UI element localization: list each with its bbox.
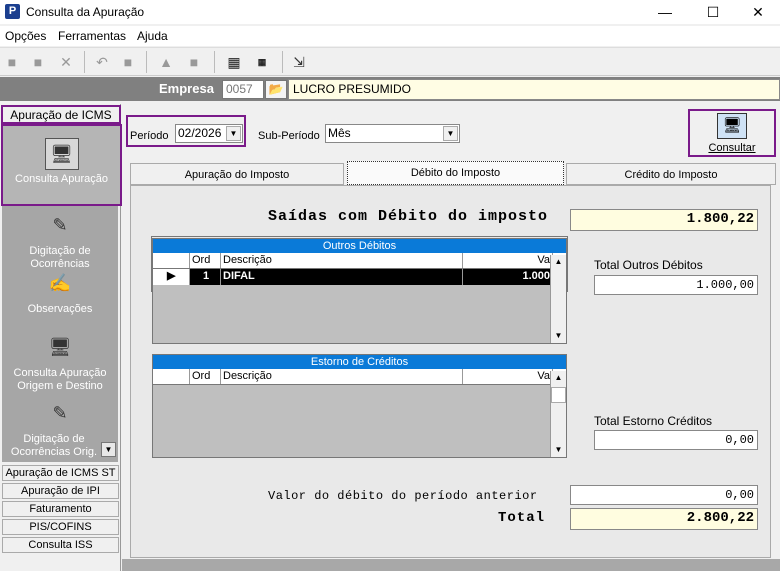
grid-header: Ord Descrição Va — [153, 369, 566, 385]
edit-icon[interactable]: ■ — [28, 52, 48, 72]
row-indicator-header — [153, 253, 190, 268]
print-icon[interactable]: ▲ — [156, 52, 176, 72]
row-valor: 1.000 — [463, 269, 553, 285]
periodo-anterior-value: 0,00 — [570, 485, 758, 505]
saidas-label: Saídas com Débito do imposto — [268, 208, 549, 225]
grid-header: Ord Descrição Va — [153, 253, 566, 269]
column-header-ord[interactable]: Ord — [190, 369, 221, 384]
row-ord: 1 — [190, 269, 221, 285]
total-label: Total — [498, 510, 546, 526]
menu-opcoes[interactable]: Opções — [5, 29, 46, 43]
monitor-icon: 🖥 — [717, 113, 747, 139]
subperiodo-select[interactable]: Mês ▼ — [325, 124, 460, 143]
exit-icon[interactable]: ⇲ — [289, 52, 309, 72]
chevron-down-icon[interactable]: ▼ — [443, 126, 458, 141]
saidas-value: 1.800,22 — [570, 209, 758, 231]
toolbar-separator — [214, 51, 215, 73]
folder-open-icon[interactable]: 📂 — [265, 80, 287, 99]
sidebar-button-icms-st[interactable]: Apuração de ICMS ST — [2, 465, 119, 481]
subperiodo-value: Mês — [328, 126, 351, 140]
monitor-icon: 🖥 — [44, 138, 79, 170]
row-indicator-header — [153, 369, 190, 384]
close-button[interactable]: ✕ — [735, 0, 780, 24]
column-header-valor[interactable]: Va — [463, 253, 553, 268]
toolbar-separator — [282, 51, 283, 73]
scroll-down-icon[interactable]: ▼ — [551, 443, 566, 457]
consultar-label: Consultar — [708, 142, 756, 154]
column-header-descricao[interactable]: Descrição — [221, 253, 463, 268]
empresa-code-field[interactable]: 0057 — [222, 80, 264, 99]
difal-icon[interactable]: ▦ — [252, 52, 272, 72]
sidebar-button-ipi[interactable]: Apuração de IPI — [2, 483, 119, 499]
window-title: Consulta da Apuração — [26, 5, 145, 19]
app-icon: P — [5, 4, 20, 19]
scroll-down-icon[interactable]: ▼ — [551, 329, 566, 343]
save-icon[interactable]: ■ — [118, 52, 138, 72]
empresa-label: Empresa — [159, 81, 214, 96]
sidebar-scroll-down[interactable]: ▼ — [101, 442, 116, 457]
periodo-value: 02/2026 — [178, 126, 222, 140]
tab-credito-imposto[interactable]: Crédito do Imposto — [566, 163, 776, 185]
tab-apuracao-imposto[interactable]: Apuração do Imposto — [130, 163, 344, 185]
total-outros-value: 1.000,00 — [594, 275, 758, 295]
status-bar — [122, 559, 780, 571]
undo-icon[interactable]: ↶ — [92, 52, 112, 72]
row-descricao: DIFAL — [221, 269, 463, 285]
sidebar-item-digitacao-ocorrencias[interactable]: ✎ Digitação de Ocorrências — [2, 210, 118, 271]
sidebar-item-label: Consulta Apuração Origem e Destino — [13, 367, 107, 392]
menu-ajuda[interactable]: Ajuda — [137, 29, 168, 43]
column-header-ord[interactable]: Ord — [190, 253, 221, 268]
scroll-up-icon[interactable]: ▲ — [551, 255, 566, 269]
sidebar-item-label: Consulta Apuração — [15, 173, 108, 185]
periodo-select[interactable]: 02/2026 ▼ — [175, 124, 243, 143]
outros-debitos-grid: Outros Débitos Ord Descrição Va ▶ 1 DIFA… — [152, 238, 567, 344]
sidebar-item-label: Observações — [27, 303, 93, 315]
difal-pencil-icon: ✎ — [52, 403, 68, 423]
toolbar-separator — [146, 51, 147, 73]
consultar-button[interactable]: 🖥 Consultar — [688, 109, 776, 157]
new-icon[interactable]: ■ — [2, 52, 22, 72]
toolbar — [0, 47, 780, 76]
tab-debito-imposto[interactable]: Débito do Imposto — [347, 161, 564, 185]
total-outros-label: Total Outros Débitos — [594, 258, 703, 272]
sidebar-item-observacoes[interactable]: ✍ Observações — [2, 268, 118, 316]
sidebar-header-apuracao-icms[interactable]: Apuração de ICMS — [1, 105, 121, 124]
outros-debitos-scrollbar[interactable]: ▲ ▼ — [550, 255, 566, 343]
toolbar-separator — [84, 51, 85, 73]
report-icon[interactable]: ▦ — [224, 52, 244, 72]
sidebar-item-consulta-origem-destino[interactable]: 🖥 Consulta Apuração Origem e Destino — [2, 332, 118, 393]
estorno-creditos-title: Estorno de Créditos — [153, 355, 566, 369]
sidebar-button-faturamento[interactable]: Faturamento — [2, 501, 119, 517]
menu-ferramentas[interactable]: Ferramentas — [58, 29, 126, 43]
total-estorno-label: Total Estorno Créditos — [594, 414, 713, 428]
row-pointer-icon: ▶ — [153, 269, 190, 285]
chevron-down-icon[interactable]: ▼ — [226, 126, 241, 141]
subperiodo-label: Sub-Período — [258, 130, 320, 142]
column-header-descricao[interactable]: Descrição — [221, 369, 463, 384]
scroll-up-icon[interactable]: ▲ — [551, 371, 566, 385]
outros-debitos-title: Outros Débitos — [153, 239, 566, 253]
column-header-valor[interactable]: Va — [463, 369, 553, 384]
estorno-creditos-grid: Estorno de Créditos Ord Descrição Va ▲ ▼ — [152, 354, 567, 458]
estorno-creditos-scrollbar[interactable]: ▲ ▼ — [550, 371, 566, 457]
difal-monitor-icon: 🖥 — [48, 337, 72, 357]
delete-icon[interactable]: ✕ — [56, 52, 76, 72]
minimize-button[interactable]: — — [642, 0, 688, 24]
print-preview-icon[interactable]: ■ — [184, 52, 204, 72]
periodo-anterior-label: Valor do débito do período anterior — [268, 489, 538, 503]
scroll-thumb[interactable] — [551, 387, 566, 403]
pencil-icon: ✎ — [52, 215, 68, 235]
total-value: 2.800,22 — [570, 508, 758, 530]
sidebar-button-pis-cofins[interactable]: PIS/COFINS — [2, 519, 119, 535]
table-row[interactable]: ▶ 1 DIFAL 1.000 — [153, 269, 566, 285]
maximize-button[interactable]: ☐ — [690, 0, 736, 24]
sidebar-item-consulta-apuracao[interactable]: 🖥 Consulta Apuração — [1, 124, 122, 206]
notes-icon: ✍ — [48, 273, 72, 293]
sidebar-button-consulta-iss[interactable]: Consulta ISS — [2, 537, 119, 553]
total-estorno-value: 0,00 — [594, 430, 758, 450]
periodo-label: Período — [130, 130, 169, 142]
empresa-name-field: LUCRO PRESUMIDO — [288, 79, 780, 100]
